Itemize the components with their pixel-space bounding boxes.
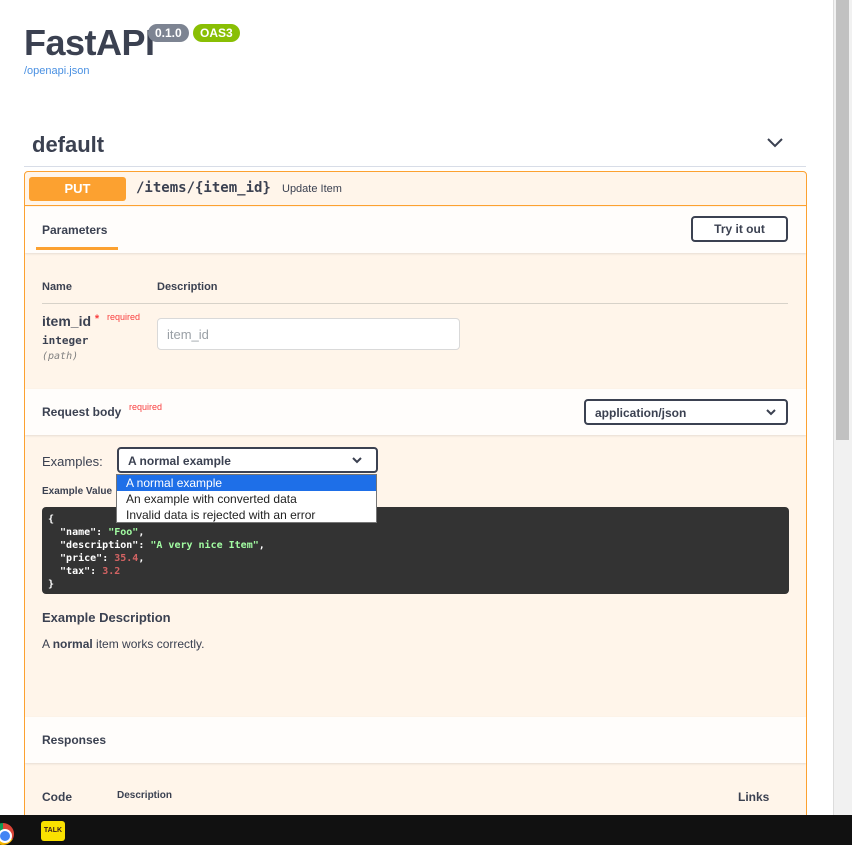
content-type-value: application/json [595, 406, 687, 420]
code-string: "A very nice Item" [150, 540, 259, 551]
param-type: integer [42, 334, 89, 347]
tab-underline [36, 247, 118, 250]
code-key: "description" [48, 540, 139, 551]
code-brace: { [48, 514, 55, 525]
code-key: "name" [48, 527, 97, 538]
oas-badge: OAS3 [193, 24, 240, 42]
column-description: Description [157, 281, 218, 293]
dropdown-option[interactable]: A normal example [117, 475, 376, 491]
required-star: * [94, 313, 100, 325]
code-brace: } [48, 579, 55, 590]
desc-bold: normal [52, 637, 93, 651]
tab-parameters[interactable]: Parameters [42, 223, 107, 237]
code-key: "tax" [48, 566, 91, 577]
code-key: "price" [48, 553, 103, 564]
desc-prefix: A [42, 637, 53, 651]
swagger-page: FastAPI 0.1.0 OAS3 /openapi.json default… [0, 0, 833, 815]
kakaotalk-icon[interactable]: TALK [41, 821, 65, 841]
examples-select-value: A normal example [128, 454, 231, 468]
desc-suffix: item works correctly. [92, 637, 205, 651]
operation-path: /items/{item_id} [136, 180, 271, 196]
examples-select[interactable]: A normal example [117, 447, 378, 473]
operation-summary: Update Item [282, 183, 342, 195]
opblock-summary[interactable]: PUT /items/{item_id} Update Item [25, 172, 806, 206]
param-required-label: required [107, 312, 141, 322]
content-type-select[interactable]: application/json [584, 399, 788, 425]
taskbar: TALK [0, 815, 852, 845]
code-number: 3.2 [102, 566, 121, 577]
responses-header: Responses [25, 717, 806, 763]
responses-column-code: Code [42, 790, 72, 804]
dropdown-option[interactable]: An example with converted data [117, 491, 376, 507]
examples-label: Examples: [42, 454, 103, 469]
chevron-down-icon [766, 409, 776, 416]
version-badge: 0.1.0 [148, 24, 189, 42]
code-number: 35.4 [114, 553, 139, 564]
tab-example-value[interactable]: Example Value [42, 486, 112, 497]
param-name: item_id * [42, 313, 99, 329]
item-id-input[interactable] [157, 318, 460, 350]
param-name-text: item_id [42, 313, 92, 329]
example-description-title: Example Description [42, 610, 171, 625]
api-title: FastAPI [24, 22, 155, 63]
code-string: "Foo" [108, 527, 139, 538]
chevron-down-icon[interactable] [766, 136, 784, 150]
request-body-required: required [129, 402, 163, 412]
vertical-scrollbar[interactable] [833, 0, 852, 815]
divider [42, 303, 788, 304]
parameters-header: Parameters Try it out [25, 207, 806, 253]
responses-column-description: Description [117, 790, 173, 801]
chrome-icon[interactable] [0, 823, 14, 845]
openapi-json-link[interactable]: /openapi.json [24, 65, 89, 77]
method-badge: PUT [29, 177, 126, 201]
param-location: (path) [42, 351, 79, 362]
tag-name: default [32, 132, 105, 157]
example-description-text: A normal item works correctly. [42, 637, 205, 651]
request-body-title: Request body [42, 405, 122, 419]
responses-title: Responses [42, 733, 107, 747]
scrollbar-thumb[interactable] [836, 0, 849, 440]
tag-section-default[interactable]: default [24, 122, 806, 167]
responses-column-links: Links [738, 790, 770, 804]
examples-dropdown-list: A normal example An example with convert… [116, 474, 377, 523]
column-name: Name [42, 281, 72, 293]
request-body-header: Request body required application/json [25, 389, 806, 435]
chevron-down-icon [352, 457, 362, 464]
try-it-out-button[interactable]: Try it out [691, 216, 788, 242]
dropdown-option[interactable]: Invalid data is rejected with an error [117, 507, 376, 523]
